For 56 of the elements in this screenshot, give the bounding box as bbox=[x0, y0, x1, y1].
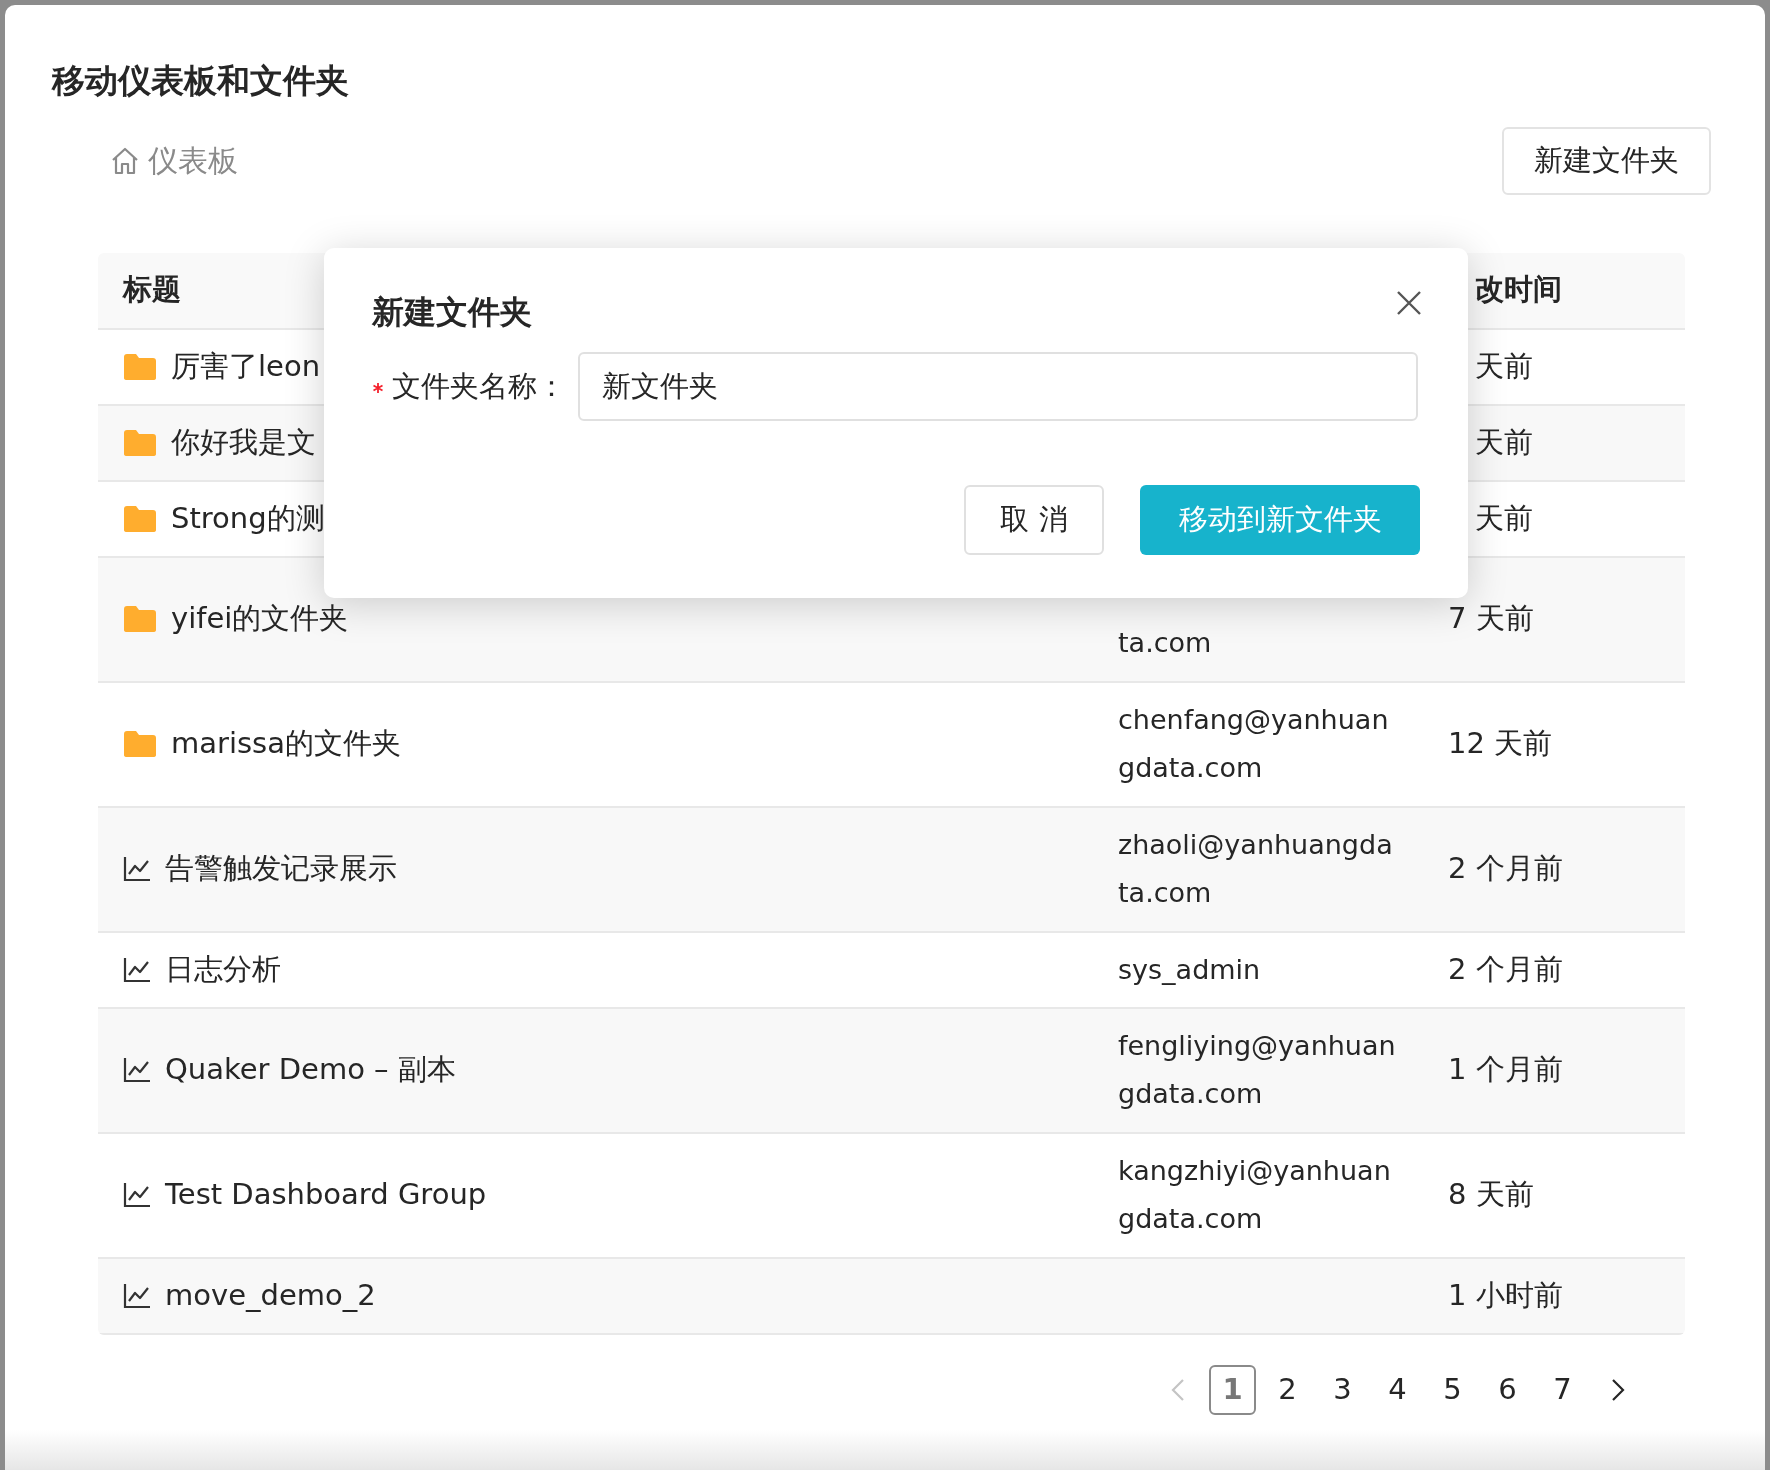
modified-time: 2 个月前 bbox=[1447, 950, 1564, 988]
owner-text: sys_admin bbox=[1118, 952, 1262, 987]
page-button[interactable]: 3 bbox=[1319, 1364, 1366, 1415]
line-chart-icon bbox=[123, 1057, 151, 1083]
cancel-button[interactable]: 取 消 bbox=[964, 485, 1104, 555]
item-title[interactable]: marissa的文件夹 bbox=[171, 722, 401, 766]
dialog-title: 新建文件夹 bbox=[372, 292, 532, 333]
modified-time: 1 个月前 bbox=[1447, 1051, 1564, 1089]
folder-icon bbox=[123, 605, 157, 633]
item-title[interactable]: Strong的测 bbox=[171, 496, 325, 541]
item-title[interactable]: Test Dashboard Group bbox=[165, 1173, 487, 1217]
folder-icon bbox=[123, 352, 157, 381]
modified-time: 天前 bbox=[1474, 423, 1534, 461]
modified-time: 7 天前 bbox=[1447, 600, 1535, 638]
column-header: 标题 bbox=[123, 272, 181, 307]
chevron-left-icon bbox=[1170, 1377, 1185, 1402]
owner-text: zhaoli@yanhuangdata.com bbox=[1118, 828, 1394, 910]
page-button[interactable]: 7 bbox=[1539, 1364, 1586, 1415]
page-button[interactable]: 6 bbox=[1484, 1364, 1531, 1415]
close-icon bbox=[1396, 290, 1422, 316]
page-title: 移动仪表板和文件夹 bbox=[52, 60, 350, 102]
item-title[interactable]: 你好我是文 bbox=[171, 420, 316, 465]
modified-time: 天前 bbox=[1474, 499, 1534, 537]
folder-icon bbox=[123, 504, 157, 533]
page-button[interactable]: 2 bbox=[1264, 1364, 1311, 1415]
field-label: 文件夹名称： bbox=[392, 367, 566, 405]
new-folder-button[interactable]: 新建文件夹 bbox=[1502, 127, 1711, 195]
item-title[interactable]: move_demo_2 bbox=[165, 1273, 376, 1318]
page-button[interactable]: 5 bbox=[1429, 1364, 1476, 1415]
page-button[interactable]: 1 bbox=[1209, 1364, 1256, 1415]
modified-time: 8 天前 bbox=[1447, 1176, 1535, 1214]
item-title[interactable]: Quaker Demo – 副本 bbox=[165, 1048, 456, 1092]
item-title[interactable]: 厉害了leon bbox=[171, 344, 321, 389]
folder-icon bbox=[123, 730, 157, 758]
line-chart-icon bbox=[123, 1182, 151, 1208]
folder-name-field[interactable]: 新文件夹 bbox=[578, 352, 1418, 421]
home-icon bbox=[110, 145, 140, 176]
modified-time: 2 个月前 bbox=[1447, 850, 1564, 888]
owner-text: chenfang@yanhuangdata.com bbox=[1118, 703, 1390, 785]
owner-text: ta.com bbox=[1118, 626, 1213, 660]
page-button[interactable]: 4 bbox=[1374, 1364, 1421, 1415]
line-chart-icon bbox=[123, 956, 151, 983]
item-title[interactable]: 告警触发记录展示 bbox=[165, 847, 397, 891]
line-chart-icon bbox=[123, 856, 151, 882]
modified-time: 天前 bbox=[1474, 347, 1534, 385]
modified-time: 12 天前 bbox=[1447, 725, 1554, 763]
chevron-right-icon bbox=[1610, 1377, 1625, 1402]
folder-icon bbox=[123, 428, 157, 457]
owner-text: fengliying@yanhuangdata.com bbox=[1118, 1029, 1397, 1111]
item-title[interactable]: 日志分析 bbox=[165, 947, 281, 992]
close-button[interactable] bbox=[1396, 290, 1422, 316]
modified-time: 1 小时前 bbox=[1447, 1276, 1564, 1314]
owner-text: kangzhiyi@yanhuangdata.com bbox=[1118, 1154, 1392, 1236]
column-header: 改时间 bbox=[1474, 271, 1563, 309]
item-title[interactable]: yifei的文件夹 bbox=[171, 597, 349, 641]
line-chart-icon bbox=[123, 1282, 151, 1309]
